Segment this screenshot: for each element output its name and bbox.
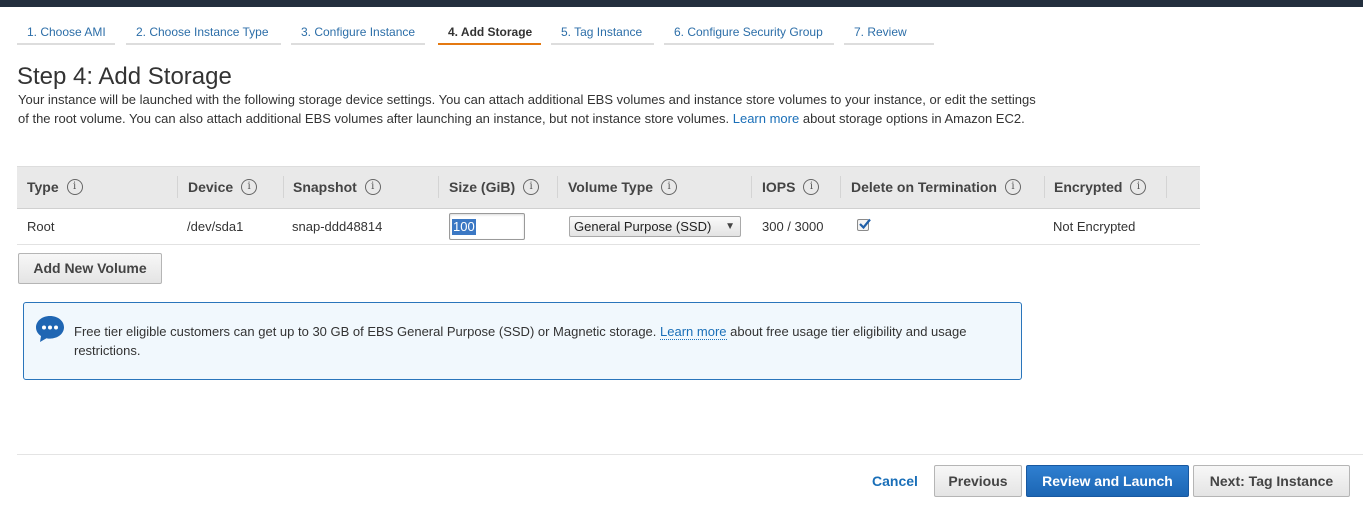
- info-icon[interactable]: i: [523, 179, 540, 196]
- col-type-label: Type: [27, 179, 59, 195]
- table-header: Type i Device i Snapshot i Size (GiB) i Volu…: [17, 166, 1200, 209]
- tab-choose-instance-type[interactable]: 2. Choose Instance Type: [126, 24, 281, 45]
- size-input[interactable]: [449, 213, 525, 240]
- previous-button[interactable]: Previous: [934, 465, 1022, 497]
- learn-more-storage-link[interactable]: Learn more: [733, 111, 799, 126]
- col-iops-label: IOPS: [762, 179, 796, 195]
- col-size-label: Size (GiB): [449, 179, 516, 195]
- column-divider: [1166, 176, 1167, 198]
- col-delete-label: Delete on Termination: [851, 179, 997, 195]
- col-encrypted: Encrypted i: [1044, 167, 1167, 208]
- page-description: Your instance will be launched with the …: [18, 91, 1038, 128]
- volume-type-value: General Purpose (SSD): [574, 219, 712, 234]
- info-icon[interactable]: i: [1004, 179, 1021, 196]
- tab-tag-instance[interactable]: 5. Tag Instance: [551, 24, 654, 45]
- col-type: Type i: [17, 167, 177, 208]
- review-and-launch-button[interactable]: Review and Launch: [1026, 465, 1189, 497]
- chat-bubble-icon: [36, 316, 64, 342]
- col-encrypted-label: Encrypted: [1054, 179, 1123, 195]
- tab-configure-security-group[interactable]: 6. Configure Security Group: [664, 24, 834, 45]
- info-icon[interactable]: i: [661, 179, 678, 196]
- table-row: Root /dev/sda1 snap-ddd48814 100 General…: [17, 209, 1200, 245]
- col-volume-type: Volume Type i: [558, 167, 751, 208]
- col-volume-type-label: Volume Type: [568, 179, 654, 195]
- col-snapshot: Snapshot i: [283, 167, 438, 208]
- cell-snapshot: snap-ddd48814: [292, 219, 383, 234]
- col-size: Size (GiB) i: [439, 167, 557, 208]
- cell-device: /dev/sda1: [187, 219, 244, 234]
- tab-add-storage[interactable]: 4. Add Storage: [438, 24, 541, 45]
- cell-type: Root: [27, 219, 55, 234]
- tab-configure-instance[interactable]: 3. Configure Instance: [291, 24, 425, 45]
- tab-review[interactable]: 7. Review: [844, 24, 934, 45]
- learn-more-free-tier-link[interactable]: Learn more: [660, 324, 727, 340]
- chevron-down-icon: ▼: [725, 221, 735, 232]
- description-text-end: about storage options in Amazon EC2.: [802, 110, 1025, 126]
- cell-encrypted: Not Encrypted: [1053, 219, 1136, 234]
- checkmark-icon: [859, 218, 871, 230]
- footer-divider: [17, 454, 1363, 455]
- col-iops: IOPS i: [752, 167, 840, 208]
- col-device: Device i: [178, 167, 283, 208]
- col-device-label: Device: [188, 179, 234, 195]
- col-snapshot-label: Snapshot: [293, 179, 357, 195]
- tab-choose-ami[interactable]: 1. Choose AMI: [17, 24, 115, 45]
- cancel-link[interactable]: Cancel: [872, 473, 918, 489]
- page-title: Step 4: Add Storage: [17, 63, 232, 90]
- volume-type-select[interactable]: General Purpose (SSD) ▼: [569, 216, 741, 237]
- free-tier-notice: Free tier eligible customers can get up …: [23, 302, 1022, 380]
- info-icon[interactable]: i: [241, 179, 258, 196]
- cell-iops: 300 / 3000: [762, 219, 824, 234]
- info-icon[interactable]: i: [66, 179, 83, 196]
- info-icon[interactable]: i: [803, 179, 820, 196]
- info-icon[interactable]: i: [1130, 179, 1147, 196]
- next-tag-instance-button[interactable]: Next: Tag Instance: [1193, 465, 1350, 497]
- add-new-volume-button[interactable]: Add New Volume: [18, 253, 162, 284]
- top-bar: [0, 0, 1363, 7]
- col-delete-on-termination: Delete on Termination i: [841, 167, 1044, 208]
- delete-on-termination-checkbox[interactable]: [857, 218, 871, 231]
- info-icon[interactable]: i: [364, 179, 381, 196]
- notice-text-start: Free tier eligible customers can get up …: [74, 324, 657, 339]
- notice-text: Free tier eligible customers can get up …: [74, 323, 1004, 360]
- storage-table: Type i Device i Snapshot i Size (GiB) i Volu…: [17, 166, 1200, 245]
